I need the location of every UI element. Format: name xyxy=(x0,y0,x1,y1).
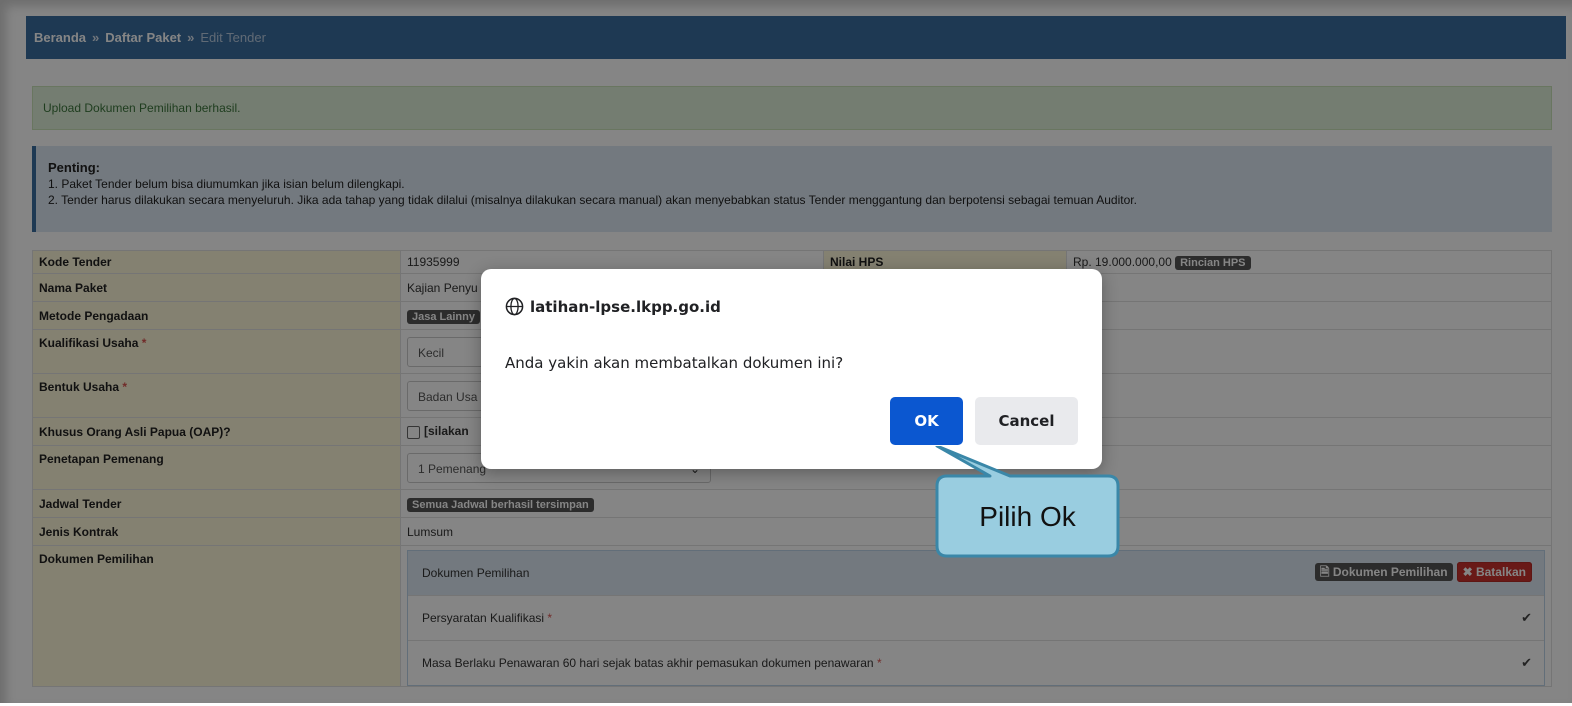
callout-text: Pilih Ok xyxy=(979,501,1076,532)
ok-button[interactable]: OK xyxy=(890,397,963,445)
dialog-message: Anda yakin akan membatalkan dokumen ini? xyxy=(505,354,844,372)
dialog-origin-text: latihan-lpse.lkpp.go.id xyxy=(530,297,721,316)
dialog-origin: latihan-lpse.lkpp.go.id xyxy=(505,297,721,316)
globe-icon xyxy=(505,297,524,316)
confirm-dialog: latihan-lpse.lkpp.go.id Anda yakin akan … xyxy=(481,269,1102,469)
cancel-button[interactable]: Cancel xyxy=(975,397,1078,445)
